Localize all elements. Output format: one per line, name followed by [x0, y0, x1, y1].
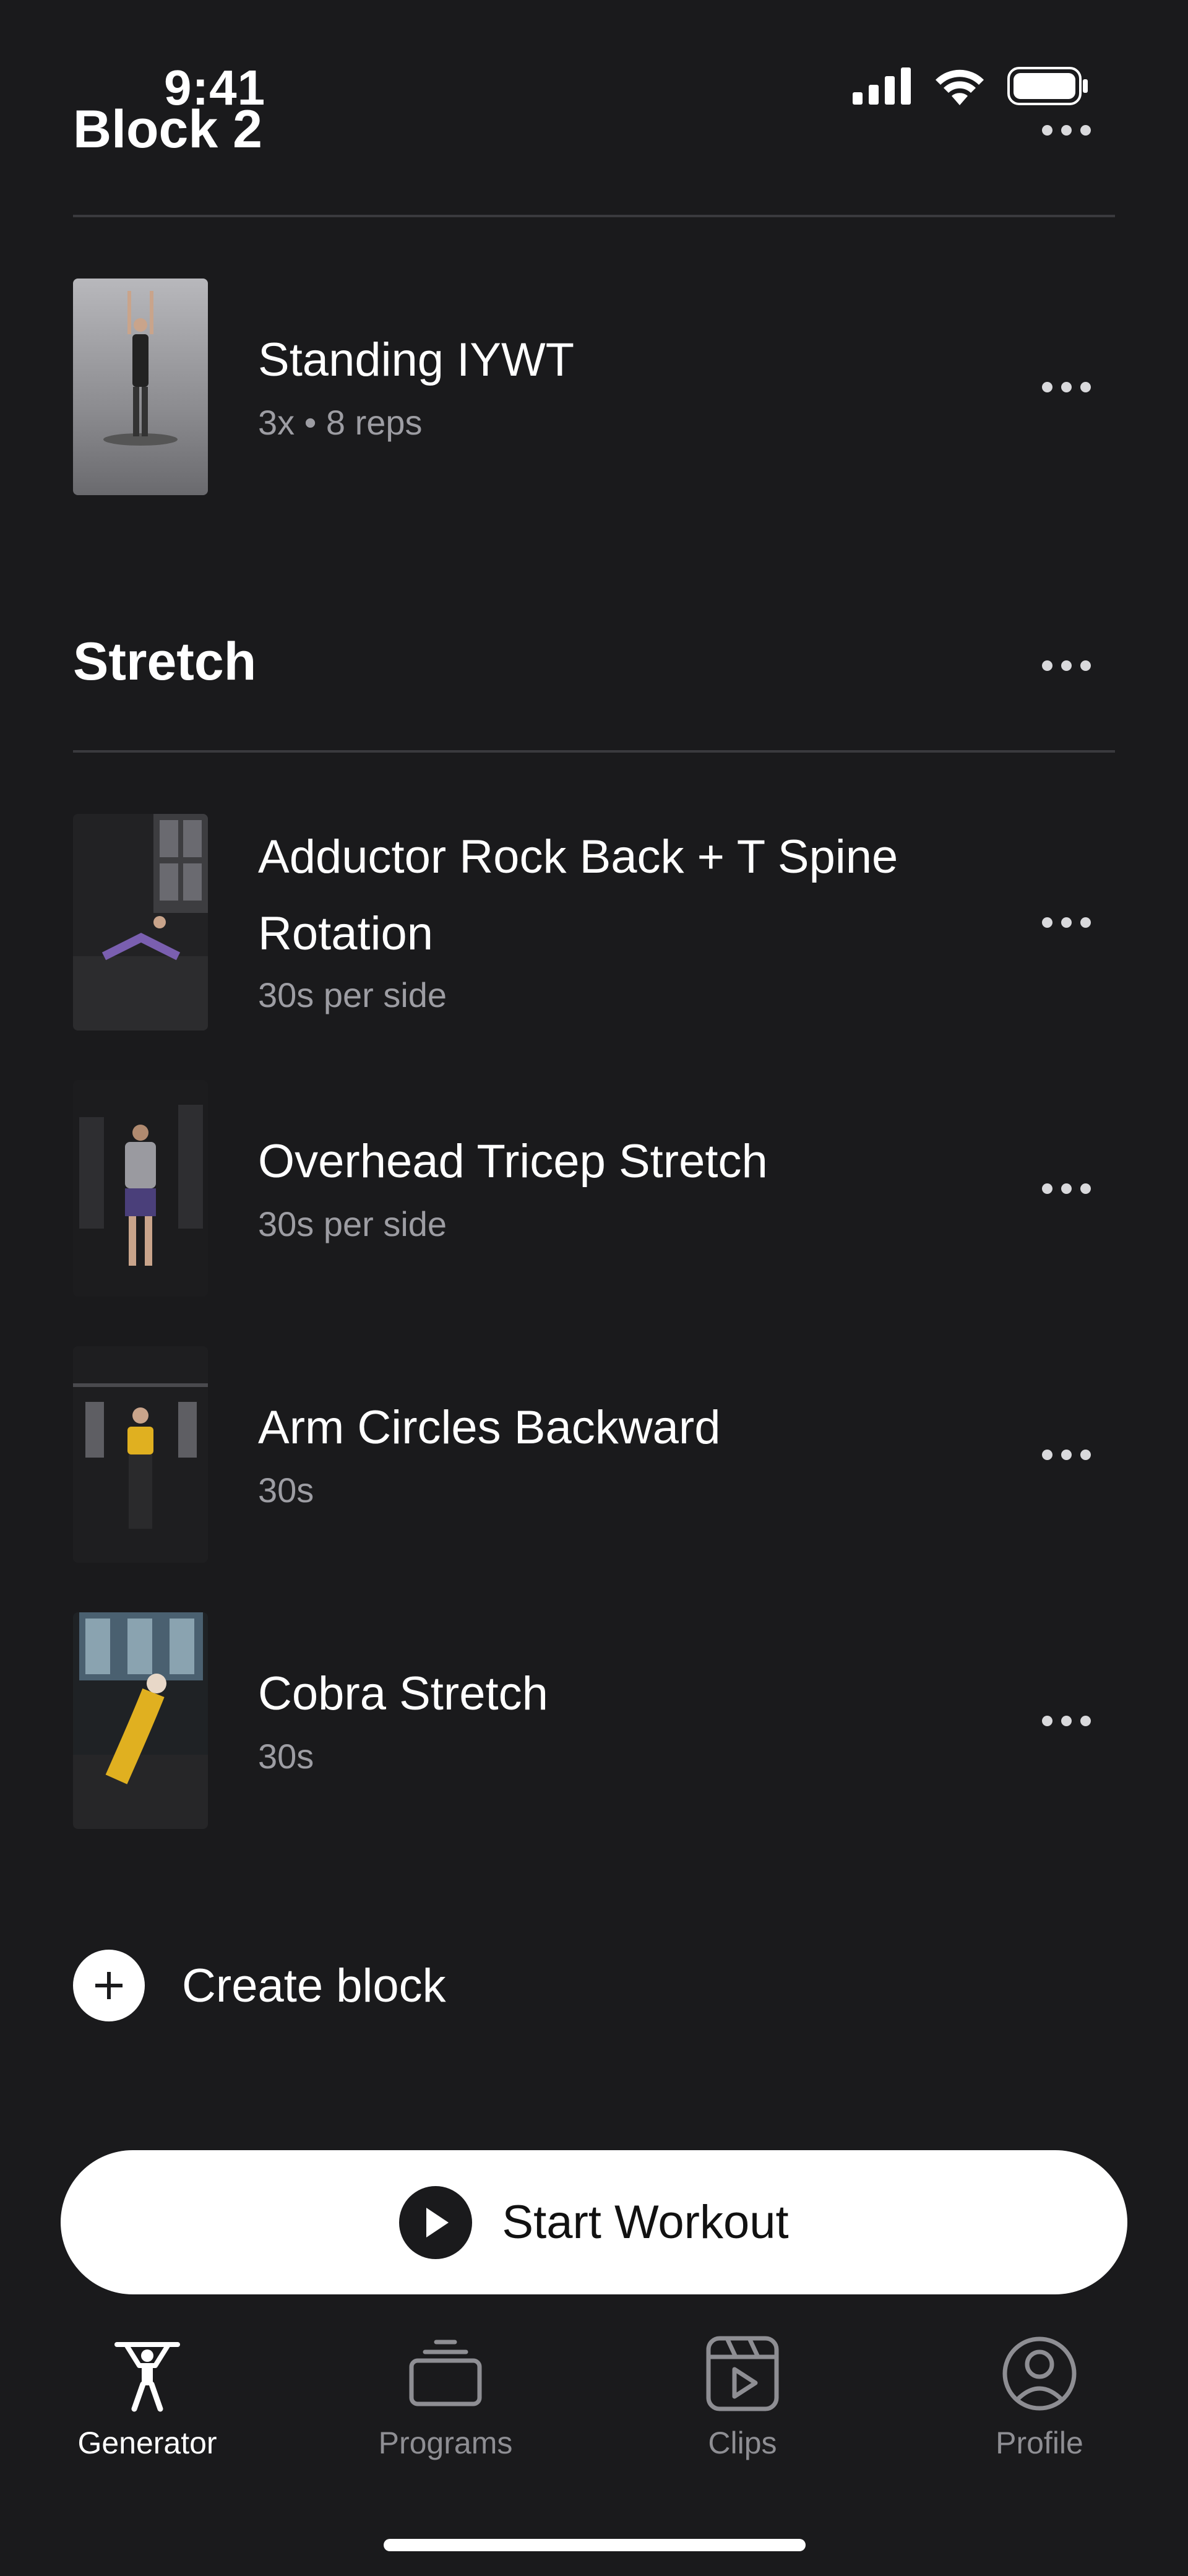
section-more-button[interactable] — [1032, 653, 1100, 678]
exercise-meta: 30s — [258, 1471, 314, 1510]
create-block-label: Create block — [182, 1959, 446, 2012]
wifi-icon — [936, 69, 984, 105]
tab-generator[interactable]: Generator — [42, 2333, 252, 2461]
exercise-name: Arm Circles Backward — [258, 1401, 721, 1454]
section-divider — [73, 750, 1115, 753]
exercise-meta: 30s per side — [258, 1204, 447, 1243]
create-block-button[interactable]: Create block — [73, 1950, 446, 2021]
exercise-more-button[interactable] — [1032, 1442, 1100, 1467]
exercise-name: Adductor Rock Back + T Spine Rotation — [258, 831, 898, 960]
exercise-more-button[interactable] — [1032, 1708, 1100, 1733]
header-divider — [73, 215, 1115, 217]
tab-label: Clips — [708, 2426, 777, 2460]
weightlifter-icon — [114, 2342, 180, 2412]
exercise-name: Cobra Stretch — [258, 1667, 548, 1720]
tab-clips[interactable]: Clips — [637, 2333, 848, 2461]
exercise-thumbnail[interactable] — [73, 1612, 208, 1829]
tab-programs[interactable]: Programs — [340, 2333, 551, 2461]
cellular-signal-icon — [853, 67, 911, 105]
tab-profile[interactable]: Profile — [934, 2333, 1145, 2461]
exercise-thumbnail[interactable] — [73, 814, 208, 1031]
briefcase-icon — [409, 2340, 482, 2406]
tab-label: Programs — [378, 2426, 513, 2460]
block-title: Block 2 — [73, 100, 262, 159]
exercise-more-button[interactable] — [1032, 910, 1100, 935]
play-icon — [399, 2185, 473, 2259]
status-icons — [853, 67, 1089, 105]
plus-icon — [73, 1950, 145, 2021]
start-workout-label: Start Workout — [502, 2196, 789, 2249]
exercise-thumbnail[interactable] — [73, 1080, 208, 1297]
block-more-button[interactable] — [1032, 118, 1100, 142]
exercise-thumbnail[interactable] — [73, 279, 208, 495]
exercise-meta: 3x • 8 reps — [258, 403, 423, 442]
tab-label: Generator — [77, 2426, 217, 2460]
section-title: Stretch — [73, 632, 257, 691]
exercise-name: Overhead Tricep Stretch — [258, 1135, 768, 1188]
exercise-more-button[interactable] — [1032, 374, 1100, 399]
profile-icon — [1002, 2336, 1077, 2411]
exercise-meta: 30s per side — [258, 975, 447, 1014]
tab-label: Profile — [996, 2426, 1083, 2460]
exercise-meta: 30s — [258, 1737, 314, 1776]
exercise-thumbnail[interactable] — [73, 1346, 208, 1563]
start-workout-button[interactable]: Start Workout — [61, 2150, 1127, 2294]
exercise-name: Standing IYWT — [258, 334, 575, 386]
battery-icon — [1007, 67, 1088, 105]
clips-play-icon — [706, 2336, 779, 2411]
tab-bar: Generator Programs Clips Profile — [0, 2333, 1188, 2494]
exercise-more-button[interactable] — [1032, 1176, 1100, 1201]
home-indicator — [384, 2539, 806, 2551]
